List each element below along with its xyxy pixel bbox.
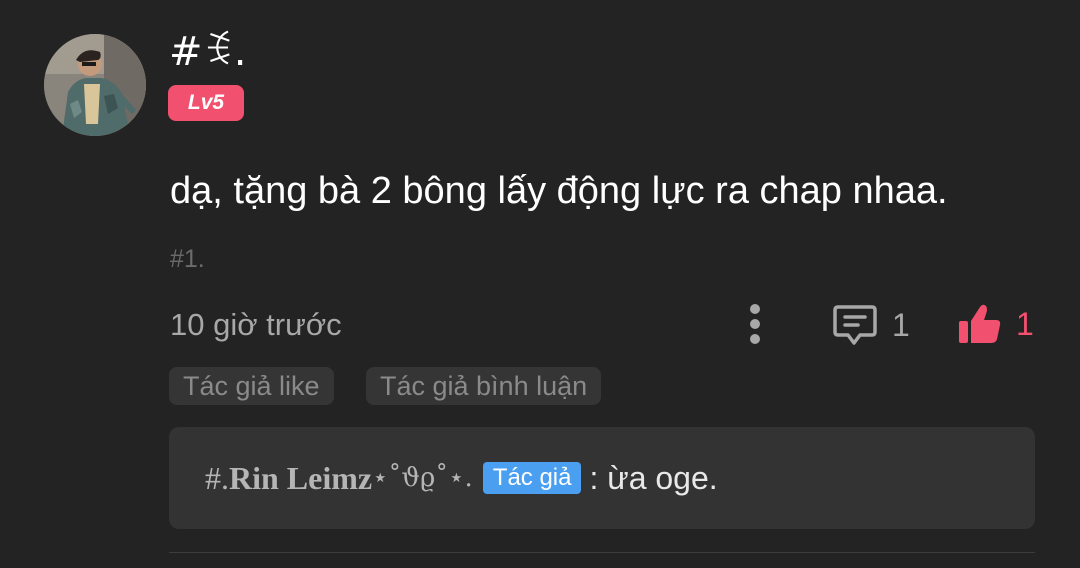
reply-author-decoration: ⋆˚ϑϱ˚⋆. (372, 463, 473, 493)
avatar[interactable] (44, 34, 146, 136)
author-like-chip: Tác giả like (169, 367, 334, 405)
reply-author-prefix: #. (205, 459, 229, 496)
thumbs-up-icon (959, 304, 1001, 343)
divider (169, 552, 1035, 553)
more-vertical-icon (750, 304, 760, 344)
reply-author-name[interactable]: Rin Leimz (229, 460, 372, 497)
comment-text: dạ, tặng bà 2 bông lấy động lực ra chap … (170, 170, 948, 212)
comment-icon (833, 305, 877, 345)
reply-text: : ừa oge. (589, 459, 718, 496)
like-count: 1 (1016, 305, 1034, 342)
reply-count: 1 (892, 306, 910, 343)
avatar-photo (44, 34, 146, 136)
author-badge: Tác giả (482, 462, 582, 494)
comment-item: #ꉂ. Lv5 dạ, tặng bà 2 bông lấy động lực … (0, 0, 1080, 568)
like-button[interactable]: 1 (956, 298, 1034, 350)
timestamp: 10 giờ trước (170, 307, 342, 342)
reply-line: #. Rin Leimz ⋆˚ϑϱ˚⋆. Tác giả : ừa oge. (205, 427, 718, 529)
author-reply-box[interactable]: #. Rin Leimz ⋆˚ϑϱ˚⋆. Tác giả : ừa oge. (169, 427, 1035, 529)
username[interactable]: #ꉂ. (169, 28, 246, 76)
level-badge: Lv5 (168, 85, 244, 121)
author-reply-chip: Tác giả bình luận (366, 367, 602, 405)
comment-tag: #1. (170, 245, 205, 273)
reply-button[interactable]: 1 (832, 300, 910, 350)
more-options-button[interactable] (738, 300, 772, 348)
